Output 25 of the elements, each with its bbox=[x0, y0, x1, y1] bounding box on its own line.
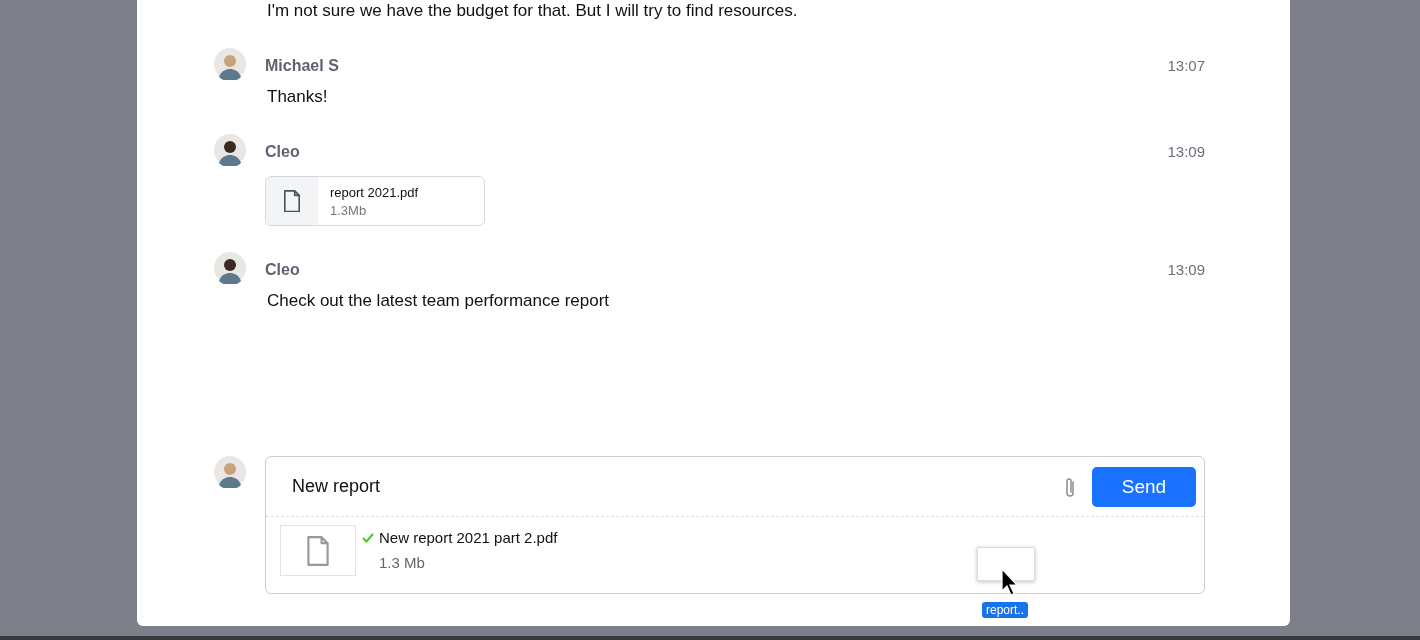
author-name: Michael S bbox=[265, 56, 340, 76]
author-name: Cleo bbox=[265, 142, 301, 162]
cursor-icon bbox=[1001, 568, 1019, 598]
document-icon bbox=[306, 535, 330, 566]
file-size: 1.3 Mb bbox=[379, 554, 426, 571]
message-text: I'm not sure we have the budget for that. But I will try to find resources. bbox=[267, 0, 799, 22]
avatar bbox=[214, 48, 246, 80]
file-attachment[interactable]: report 2021.pdf 1.3Mb bbox=[265, 176, 485, 226]
avatar bbox=[214, 134, 246, 166]
drag-preview bbox=[977, 547, 1035, 581]
avatar bbox=[214, 252, 246, 284]
message-text: Check out the latest team performance report bbox=[267, 290, 611, 312]
author-name: Cleo bbox=[265, 260, 301, 280]
message-time: 13:09 bbox=[1167, 260, 1205, 280]
file-name: New report 2021 part 2.pdf bbox=[379, 529, 558, 546]
send-button[interactable]: Send bbox=[1092, 466, 1196, 507]
message-text: Thanks! bbox=[267, 86, 329, 108]
file-size: 1.3Mb bbox=[330, 203, 368, 218]
message-time: 13:09 bbox=[1167, 142, 1205, 162]
file-name: report 2021.pdf bbox=[330, 185, 419, 200]
drag-label: report.. bbox=[982, 602, 1028, 618]
message-time: 13:07 bbox=[1167, 56, 1205, 76]
document-icon bbox=[283, 189, 301, 213]
message-input[interactable]: New report bbox=[292, 476, 1046, 497]
avatar bbox=[214, 456, 246, 488]
